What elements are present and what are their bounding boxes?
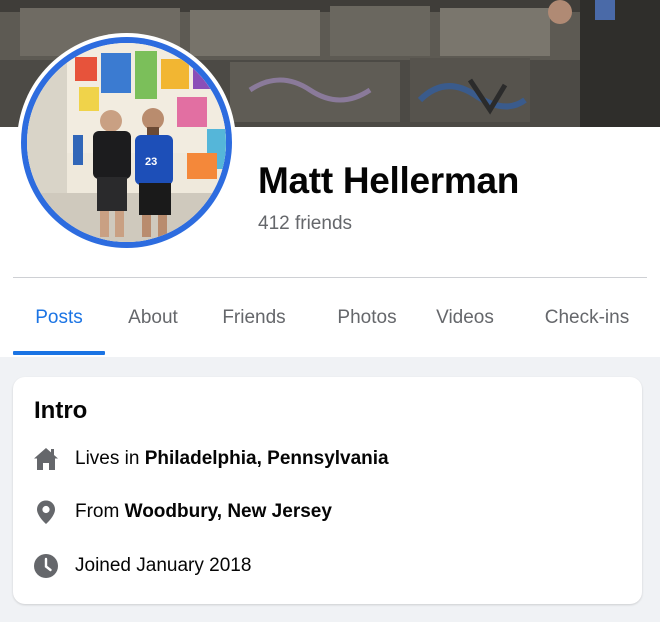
avatar[interactable]: 23 bbox=[27, 43, 226, 242]
intro-item-prefix: Lives in bbox=[75, 448, 145, 469]
home-icon bbox=[33, 446, 59, 472]
intro-item-lives-in: Lives in Philadelphia, Pennsylvania bbox=[33, 446, 389, 472]
intro-item-value[interactable]: Woodbury, New Jersey bbox=[125, 501, 332, 522]
tab-about[interactable]: About bbox=[113, 290, 193, 354]
intro-card: Intro Lives in Philadelphia, Pennsylvani… bbox=[13, 377, 642, 604]
profile-tabs: Posts About Friends Photos Videos Check-… bbox=[13, 290, 647, 355]
tab-photos[interactable]: Photos bbox=[319, 290, 415, 354]
intro-item-joined: Joined January 2018 bbox=[33, 553, 251, 579]
avatar-image: 23 bbox=[27, 43, 226, 242]
intro-item-prefix: From bbox=[75, 501, 125, 522]
intro-item-from: From Woodbury, New Jersey bbox=[33, 499, 332, 525]
clock-icon bbox=[33, 553, 59, 579]
location-pin-icon bbox=[33, 499, 59, 525]
intro-title: Intro bbox=[34, 397, 88, 424]
tab-check-ins[interactable]: Check-ins bbox=[529, 290, 645, 354]
tab-videos[interactable]: Videos bbox=[425, 290, 505, 354]
profile-name: Matt Hellerman bbox=[258, 160, 520, 201]
tab-posts[interactable]: Posts bbox=[13, 290, 105, 354]
tab-friends[interactable]: Friends bbox=[209, 290, 299, 354]
friends-count[interactable]: 412 friends bbox=[258, 213, 352, 235]
header-divider bbox=[13, 277, 647, 278]
active-tab-indicator bbox=[13, 351, 105, 355]
svg-text:23: 23 bbox=[145, 156, 157, 168]
intro-item-value[interactable]: Philadelphia, Pennsylvania bbox=[145, 448, 389, 469]
intro-item-prefix: Joined January 2018 bbox=[75, 555, 252, 576]
